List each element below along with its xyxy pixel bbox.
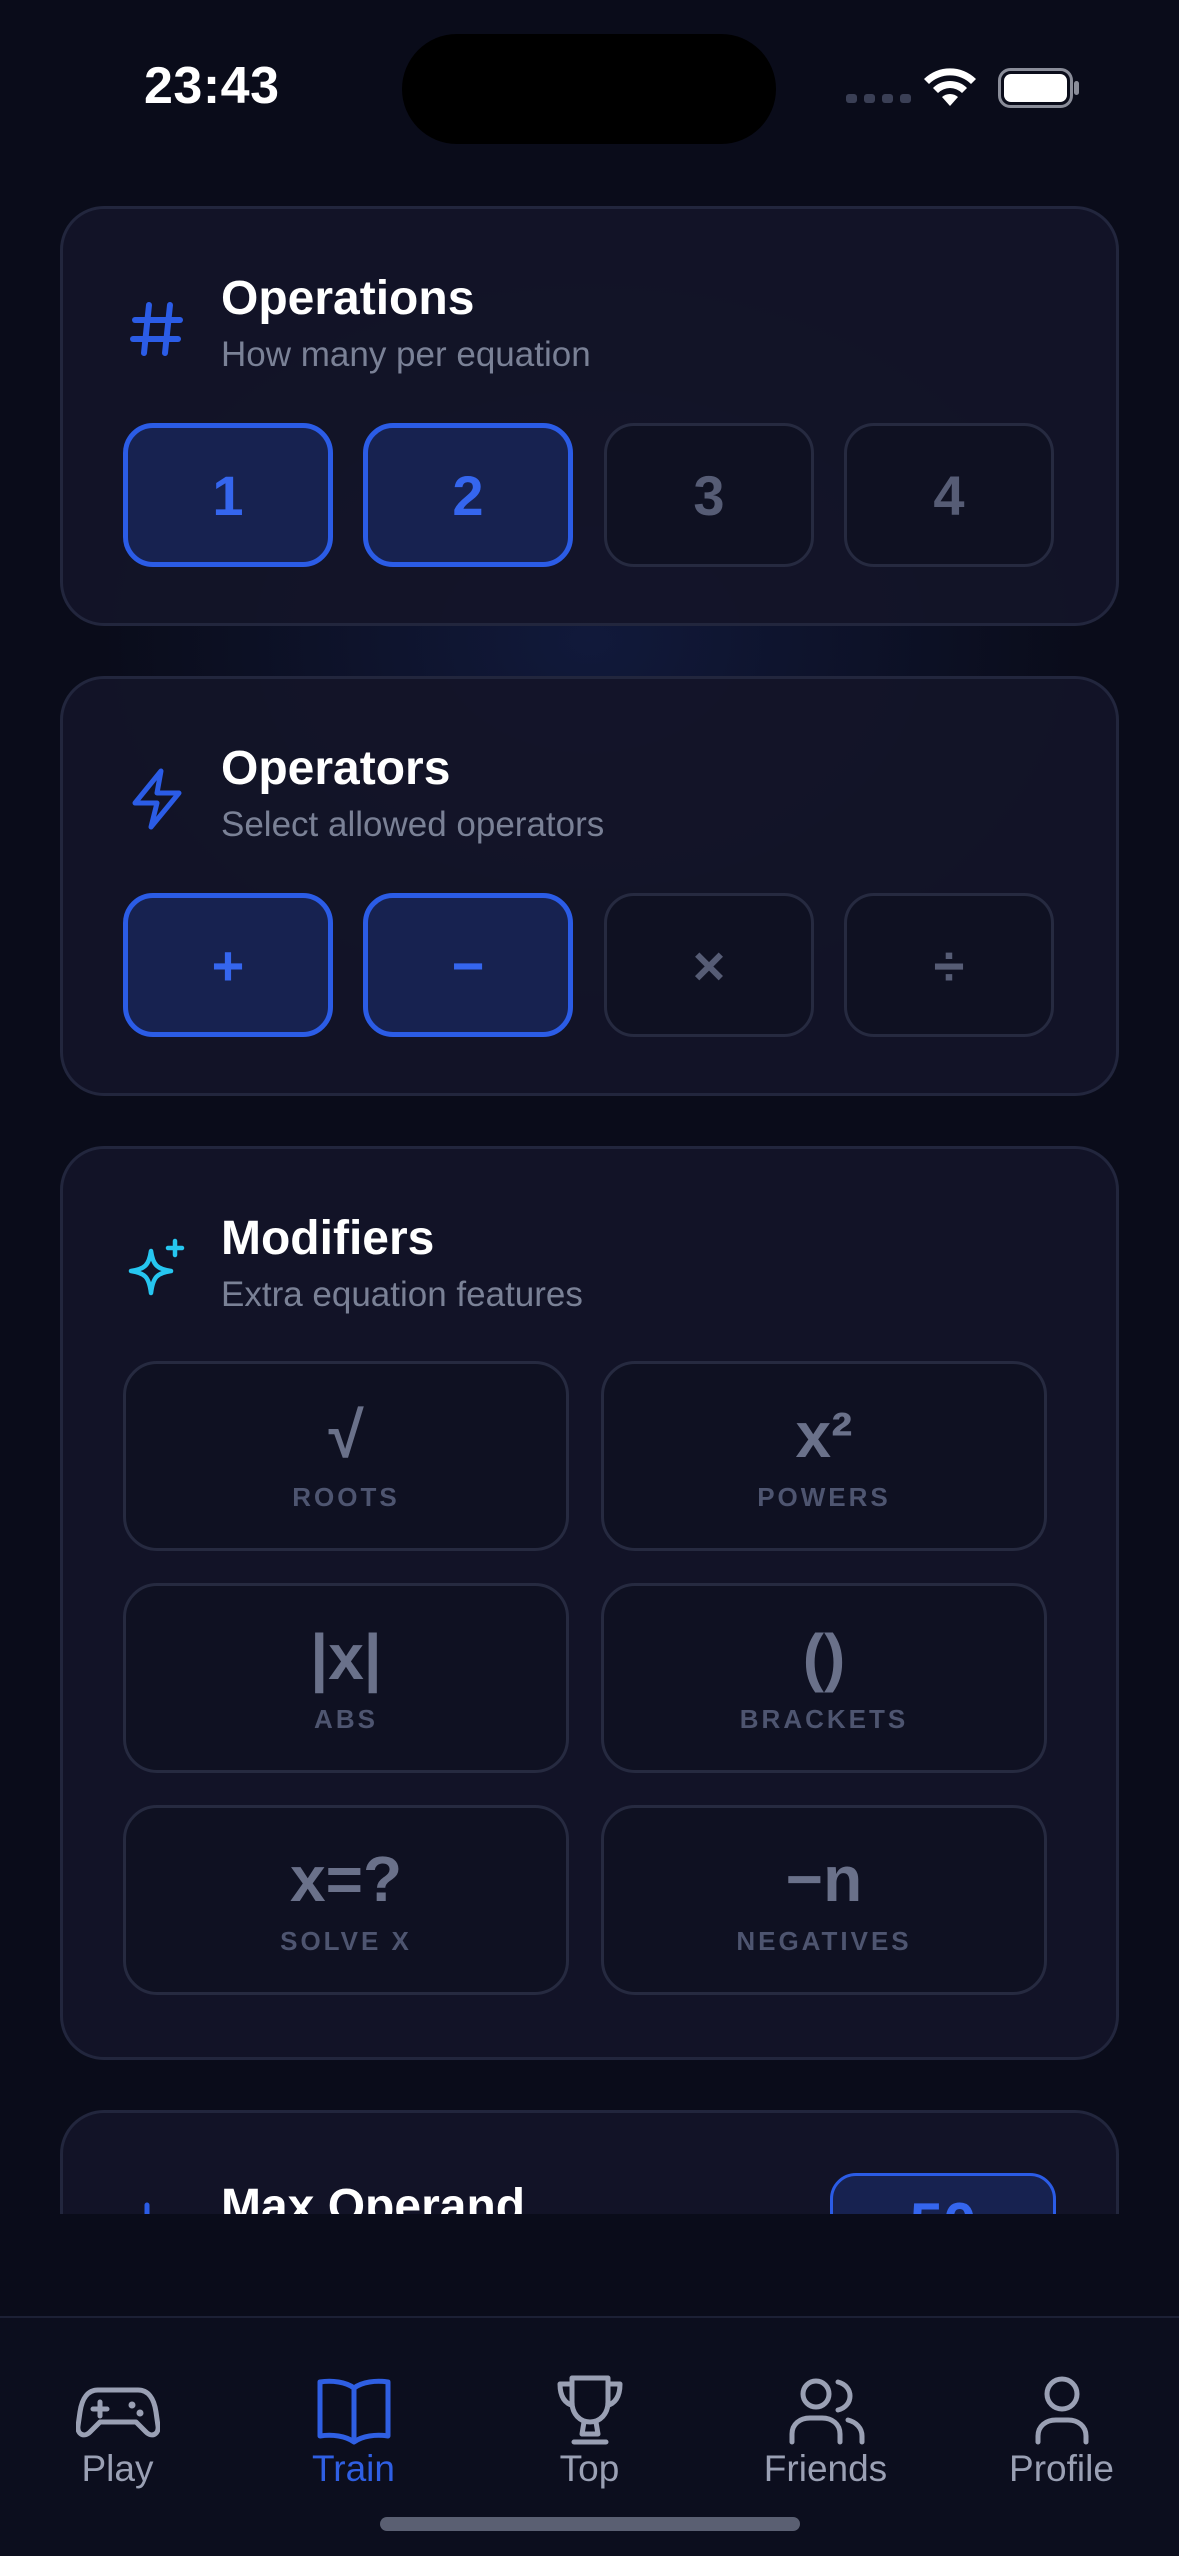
train-settings-scroll[interactable]: Operations How many per equation 1 2 3 4… bbox=[0, 180, 1179, 2214]
tab-train[interactable]: Train bbox=[236, 2318, 471, 2518]
status-bar: 23:43 bbox=[0, 0, 1179, 180]
operators-card: Operators Select allowed operators + − ×… bbox=[60, 676, 1119, 1096]
powers-symbol: x² bbox=[795, 1399, 853, 1471]
solve-x-label: SOLVE X bbox=[280, 1926, 412, 1956]
dynamic-island bbox=[402, 34, 776, 144]
tab-friends-label: Friends bbox=[763, 2448, 888, 2489]
max-operand-value[interactable]: 50 bbox=[830, 2173, 1056, 2214]
operators-title: Operators bbox=[221, 742, 451, 795]
brackets-label: BRACKETS bbox=[739, 1704, 909, 1734]
operations-option-1[interactable]: 1 bbox=[123, 423, 333, 567]
negatives-symbol: −n bbox=[785, 1843, 863, 1915]
operator-plus[interactable]: + bbox=[123, 893, 333, 1037]
tab-play-label: Play bbox=[81, 2448, 154, 2489]
operations-option-4[interactable]: 4 bbox=[844, 423, 1054, 567]
hash-icon bbox=[130, 302, 183, 356]
modifier-powers[interactable]: x² POWERS bbox=[601, 1361, 1047, 1551]
lightning-icon bbox=[132, 768, 182, 830]
brackets-symbol: () bbox=[802, 1621, 846, 1693]
profile-icon bbox=[1035, 2376, 1089, 2445]
modifier-negatives[interactable]: −n NEGATIVES bbox=[601, 1805, 1047, 1995]
gamepad-icon bbox=[76, 2387, 160, 2438]
modifier-solve-x[interactable]: x=? SOLVE X bbox=[123, 1805, 569, 1995]
roots-label: ROOTS bbox=[292, 1482, 400, 1512]
tab-profile[interactable]: Profile bbox=[944, 2318, 1179, 2518]
book-icon bbox=[317, 2378, 391, 2445]
operations-card: Operations How many per equation 1 2 3 4 bbox=[60, 206, 1119, 626]
operations-subtitle: How many per equation bbox=[221, 335, 591, 374]
powers-label: POWERS bbox=[757, 1482, 891, 1512]
operations-title: Operations bbox=[221, 272, 475, 325]
max-operand-card: Max Operand 50 bbox=[60, 2110, 1119, 2214]
tab-profile-label: Profile bbox=[1009, 2448, 1114, 2489]
operations-option-2[interactable]: 2 bbox=[363, 423, 573, 567]
plus-minus-icon bbox=[144, 2202, 150, 2214]
modifiers-title: Modifiers bbox=[221, 1212, 435, 1265]
abs-label: ABS bbox=[314, 1704, 378, 1734]
operators-subtitle: Select allowed operators bbox=[221, 805, 605, 844]
tab-top[interactable]: Top bbox=[472, 2318, 707, 2518]
operator-multiply[interactable]: × bbox=[604, 893, 814, 1037]
modifiers-subtitle: Extra equation features bbox=[221, 1275, 583, 1314]
status-time: 23:43 bbox=[144, 57, 280, 115]
modifier-roots[interactable]: √ ROOTS bbox=[123, 1361, 569, 1551]
battery-icon bbox=[998, 68, 1079, 108]
tab-friends[interactable]: Friends bbox=[708, 2318, 943, 2518]
trophy-icon bbox=[557, 2375, 623, 2445]
abs-symbol: |x| bbox=[310, 1621, 382, 1693]
tab-top-label: Top bbox=[559, 2448, 620, 2489]
modifiers-card: Modifiers Extra equation features √ ROOT… bbox=[60, 1146, 1119, 2060]
operator-divide[interactable]: ÷ bbox=[844, 893, 1054, 1037]
operator-minus[interactable]: − bbox=[363, 893, 573, 1037]
modifier-abs[interactable]: |x| ABS bbox=[123, 1583, 569, 1773]
home-indicator[interactable] bbox=[380, 2517, 800, 2531]
max-operand-title: Max Operand bbox=[221, 2180, 526, 2214]
cellular-signal-icon bbox=[846, 94, 911, 103]
modifier-brackets[interactable]: () BRACKETS bbox=[601, 1583, 1047, 1773]
negatives-label: NEGATIVES bbox=[736, 1926, 912, 1956]
tab-play[interactable]: Play bbox=[0, 2318, 235, 2518]
operations-option-3[interactable]: 3 bbox=[604, 423, 814, 567]
sparkles-icon bbox=[128, 1238, 185, 1296]
tab-train-label: Train bbox=[312, 2448, 395, 2489]
wifi-icon bbox=[924, 68, 976, 106]
roots-symbol: √ bbox=[328, 1399, 364, 1471]
friends-icon bbox=[789, 2378, 865, 2445]
solve-x-symbol: x=? bbox=[289, 1843, 403, 1915]
